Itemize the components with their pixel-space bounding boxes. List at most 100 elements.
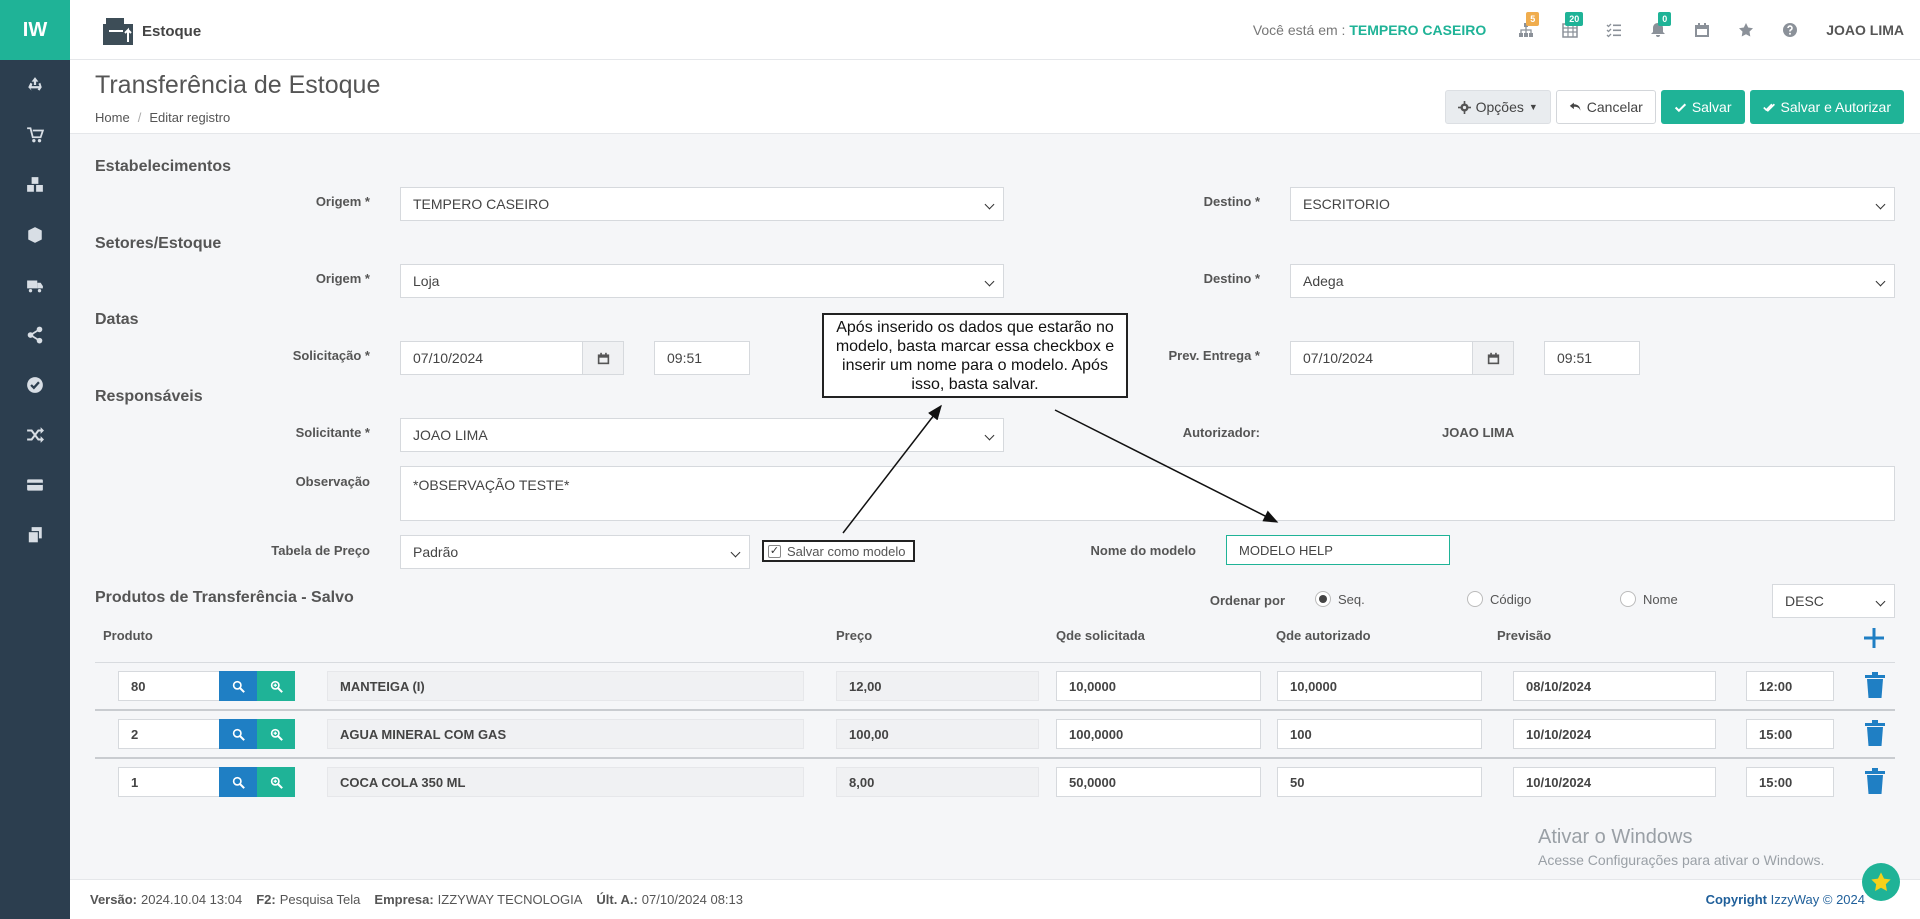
row-time-input[interactable]: 12:00 xyxy=(1746,671,1834,701)
row-date-input[interactable]: 10/10/2024 xyxy=(1513,767,1716,797)
request-date-input[interactable]: 07/10/2024 xyxy=(400,341,583,375)
delete-row-button[interactable] xyxy=(1864,672,1886,698)
row-code-input[interactable]: 1 xyxy=(118,767,220,797)
model-name-input[interactable]: MODELO HELP xyxy=(1226,535,1450,565)
search-product-button[interactable] xyxy=(219,671,257,701)
zoom-product-button[interactable] xyxy=(257,767,295,797)
sec-origin-select[interactable]: Loja xyxy=(400,264,1004,298)
delivery-date-picker[interactable] xyxy=(1472,341,1514,375)
search-product-button[interactable] xyxy=(219,767,257,797)
delivery-time-input[interactable]: 09:51 xyxy=(1544,341,1640,375)
sidebar-item-check[interactable] xyxy=(0,360,70,410)
row-product-name: COCA COLA 350 ML xyxy=(327,767,804,797)
row-qty-authorized-input[interactable]: 50 xyxy=(1277,767,1482,797)
breadcrumb-home[interactable]: Home xyxy=(95,110,130,125)
section-dates: Datas xyxy=(95,311,139,328)
row-product-name: AGUA MINERAL COM GAS xyxy=(327,719,804,749)
help-button[interactable] xyxy=(1768,0,1812,60)
requester-select[interactable]: JOAO LIMA xyxy=(400,418,1004,452)
save-authorize-button[interactable]: Salvar e Autorizar xyxy=(1749,90,1904,124)
module-brand[interactable]: Estoque xyxy=(102,16,201,46)
sidebar-item-cart[interactable] xyxy=(0,110,70,160)
footer-last-label: Últ. A.: xyxy=(596,892,638,907)
zoom-product-button[interactable] xyxy=(257,719,295,749)
hierarchy-button[interactable]: 5 xyxy=(1504,0,1548,60)
current-location: Você está em : TEMPERO CASEIRO xyxy=(1253,22,1486,38)
sidebar-item-random[interactable] xyxy=(0,410,70,460)
row-date: 10/10/2024 xyxy=(1526,774,1592,790)
cancel-button[interactable]: Cancelar xyxy=(1555,90,1656,124)
row-time-input[interactable]: 15:00 xyxy=(1746,767,1834,797)
col-qty-authorized: Qde autorizado xyxy=(1276,628,1371,643)
zoom-product-button[interactable] xyxy=(257,671,295,701)
truck-icon xyxy=(27,280,43,293)
notifications-button[interactable]: 0 xyxy=(1636,0,1680,60)
row-qty-requested-input[interactable]: 50,0000 xyxy=(1056,767,1261,797)
add-product-button[interactable] xyxy=(1862,626,1886,650)
row-qty-authorized-input[interactable]: 100 xyxy=(1277,719,1482,749)
row-price: 12,00 xyxy=(836,671,1039,701)
user-menu[interactable]: JOAO LIMA xyxy=(1812,22,1920,38)
row-time-input[interactable]: 15:00 xyxy=(1746,719,1834,749)
request-date-picker[interactable] xyxy=(582,341,624,375)
row-code-input[interactable]: 80 xyxy=(118,671,220,701)
row-qty-authorized-input[interactable]: 10,0000 xyxy=(1277,671,1482,701)
trash-icon xyxy=(1865,672,1885,698)
tasks-button[interactable] xyxy=(1592,0,1636,60)
favorite-floating-button[interactable] xyxy=(1862,863,1900,901)
delivery-date-input[interactable]: 07/10/2024 xyxy=(1290,341,1473,375)
search-product-button[interactable] xyxy=(219,719,257,749)
location-value[interactable]: TEMPERO CASEIRO xyxy=(1349,22,1486,38)
row-qty-requested-input[interactable]: 10,0000 xyxy=(1056,671,1261,701)
est-dest-value: ESCRITORIO xyxy=(1303,196,1390,212)
app-logo[interactable]: IW xyxy=(0,0,70,60)
sidebar-item-truck[interactable] xyxy=(0,260,70,310)
sort-option-seq[interactable]: Seq. xyxy=(1315,591,1365,607)
delete-row-button[interactable] xyxy=(1864,720,1886,746)
radio-unselected xyxy=(1467,591,1483,607)
col-product: Produto xyxy=(103,628,153,643)
sidebar-item-cubes[interactable] xyxy=(0,160,70,210)
sec-dest-select[interactable]: Adega xyxy=(1290,264,1895,298)
sidebar-item-card[interactable] xyxy=(0,460,70,510)
row-date-input[interactable]: 10/10/2024 xyxy=(1513,719,1716,749)
sec-origin-value: Loja xyxy=(413,273,440,289)
price-table-select[interactable]: Padrão xyxy=(400,535,750,569)
est-origin-select[interactable]: TEMPERO CASEIRO xyxy=(400,187,1004,221)
model-name-label: Nome do modelo xyxy=(1090,543,1196,558)
sidebar-item-recycle[interactable] xyxy=(0,60,70,110)
sidebar-item-box[interactable] xyxy=(0,210,70,260)
sort-option-code[interactable]: Código xyxy=(1467,591,1531,607)
notes-textarea[interactable]: *OBSERVAÇÃO TESTE* xyxy=(400,466,1895,521)
row-qty-requested-input[interactable]: 100,0000 xyxy=(1056,719,1261,749)
check-icon xyxy=(1674,103,1686,112)
copyright-brand[interactable]: IzzyWay xyxy=(1771,892,1820,907)
favorites-button[interactable] xyxy=(1724,0,1768,60)
sort-option-name[interactable]: Nome xyxy=(1620,591,1678,607)
star-icon xyxy=(1871,872,1891,891)
footer-company: IZZYWAY TECNOLOGIA xyxy=(437,892,583,907)
help-annotation: Após inserido os dados que estarão no mo… xyxy=(822,313,1128,398)
card-icon xyxy=(27,479,43,491)
save-button[interactable]: Salvar xyxy=(1660,90,1745,124)
save-label: Salvar xyxy=(1691,99,1732,115)
request-time-input[interactable]: 09:51 xyxy=(654,341,750,375)
footer: Versão: 2024.10.04 13:04 F2: Pesquisa Tela… xyxy=(70,879,1920,919)
authorizer-label: Autorizador: xyxy=(1182,425,1260,440)
breadcrumb: Home / Editar registro xyxy=(95,110,231,125)
calendar-button[interactable] xyxy=(1680,0,1724,60)
sort-direction-select[interactable]: DESC xyxy=(1772,584,1895,618)
sidebar-item-share[interactable] xyxy=(0,310,70,360)
row-code-input[interactable]: 2 xyxy=(118,719,220,749)
sidebar-item-copy[interactable] xyxy=(0,510,70,560)
col-price: Preço xyxy=(836,628,873,643)
question-icon xyxy=(1783,23,1798,37)
watermark-subtitle: Acesse Configurações para ativar o Windo… xyxy=(1538,852,1825,868)
est-dest-select[interactable]: ESCRITORIO xyxy=(1290,187,1895,221)
delete-row-button[interactable] xyxy=(1864,768,1886,794)
recycle-icon xyxy=(28,77,42,91)
save-as-model-checkbox[interactable]: ✓ Salvar como modelo xyxy=(762,540,915,562)
calendar-grid-button[interactable]: 20 xyxy=(1548,0,1592,60)
row-date-input[interactable]: 08/10/2024 xyxy=(1513,671,1716,701)
options-button[interactable]: Opções ▼ xyxy=(1444,90,1551,124)
